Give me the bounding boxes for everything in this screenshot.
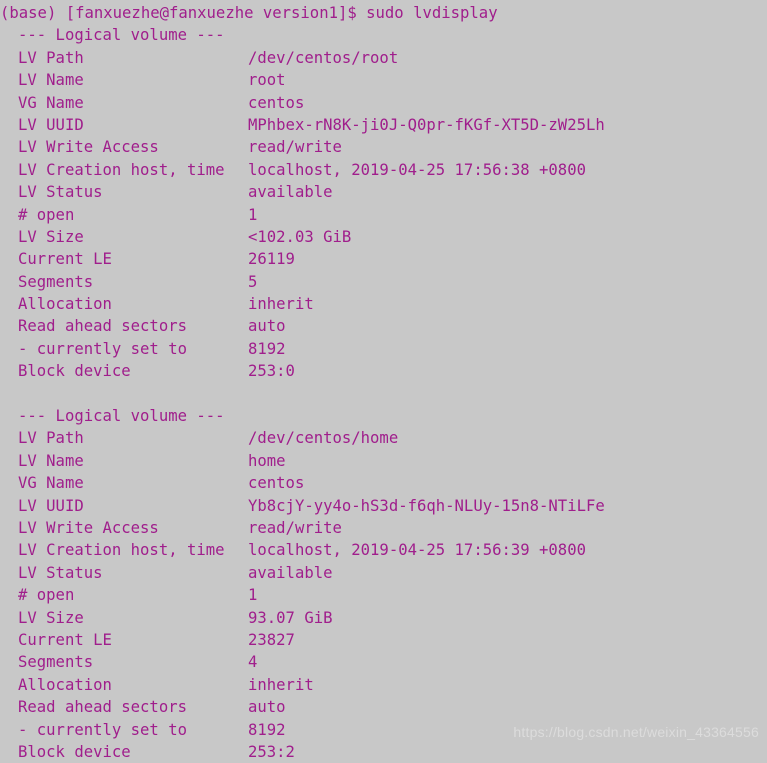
lv-field-key: LV Path	[18, 48, 84, 67]
lv-field-value: read/write	[248, 518, 342, 537]
lv-field-row: Allocation inherit	[0, 293, 767, 315]
lv-field-row: LV Name home	[0, 450, 767, 472]
lv-field-value: home	[248, 451, 286, 470]
lv-field-key: VG Name	[18, 93, 84, 112]
lv-field-row: VG Name centos	[0, 472, 767, 494]
lv-field-row: # open 1	[0, 204, 767, 226]
lv-field-value: Yb8cjY-yy4o-hS3d-f6qh-NLUy-15n8-NTiLFe	[248, 496, 605, 515]
lv-field-row: Block device 253:0	[0, 360, 767, 382]
lv-field-value: read/write	[248, 138, 342, 157]
lv-field-value: 4	[248, 653, 258, 672]
lv-field-key: # open	[18, 205, 75, 224]
lv-field-row: LV Creation host, time localhost, 2019-04…	[0, 539, 767, 561]
lv-field-row: VG Name centos	[0, 92, 767, 114]
lv-field-key: LV Name	[18, 451, 84, 470]
lv-field-value: 1	[248, 586, 258, 605]
lv-field-key: Allocation	[18, 295, 112, 314]
lv-field-key: VG Name	[18, 474, 84, 493]
lv-field-key: LV UUID	[18, 496, 84, 515]
lv-field-key: LV Write Access	[18, 518, 159, 537]
lv-field-row: LV Status available	[0, 562, 767, 584]
lv-field-row: - currently set to 8192	[0, 338, 767, 360]
lv-field-row: LV Write Access read/write	[0, 136, 767, 158]
lv-field-key: Read ahead sectors	[18, 698, 187, 717]
lv-field-key: LV Status	[18, 563, 103, 582]
lv-field-value: MPhbex-rN8K-ji0J-Q0pr-fKGf-XT5D-zW25Lh	[248, 115, 605, 134]
lv-field-value: /dev/centos/home	[248, 429, 399, 448]
lv-field-value: <102.03 GiB	[248, 227, 352, 246]
lv-field-key: Block device	[18, 742, 131, 761]
lv-field-value: localhost, 2019-04-25 17:56:38 +0800	[248, 160, 586, 179]
lv-field-key: LV Name	[18, 71, 84, 90]
lv-field-row: LV UUID MPhbex-rN8K-ji0J-Q0pr-fKGf-XT5D-z…	[0, 114, 767, 136]
lv-field-value: auto	[248, 317, 286, 336]
lv-field-value: 1	[248, 205, 258, 224]
lv-field-row: LV Size 93.07 GiB	[0, 607, 767, 629]
lv-field-row: Current LE 23827	[0, 629, 767, 651]
lv-field-value: centos	[248, 93, 305, 112]
lv-field-key: LV Creation host, time	[18, 541, 225, 560]
lv-field-key: Current LE	[18, 250, 112, 269]
lv-field-row: LV Status available	[0, 181, 767, 203]
lv-field-value: 23827	[248, 630, 295, 649]
shell-prompt-line: (base) [fanxuezhe@fanxuezhe version1]$ s…	[0, 4, 498, 22]
lv-field-value: 5	[248, 272, 258, 291]
lv-field-key: - currently set to	[18, 720, 187, 739]
lv-field-row: Block device 253:2	[0, 741, 767, 763]
lv-field-value: inherit	[248, 295, 314, 314]
lv-field-value: 93.07 GiB	[248, 608, 333, 627]
lv-field-row: Read ahead sectors auto	[0, 315, 767, 337]
logical-volume-header: --- Logical volume ---	[18, 26, 225, 45]
lv-field-key: Current LE	[18, 630, 112, 649]
logical-volume-header: --- Logical volume ---	[18, 407, 225, 426]
lv-field-value: root	[248, 71, 286, 90]
lv-field-row: LV Creation host, time localhost, 2019-04…	[0, 159, 767, 181]
lv-field-row: LV Path/dev/centos/home	[0, 427, 767, 449]
command-output: --- Logical volume --- LV Path/dev/centos…	[0, 24, 767, 763]
lv-field-row: LV Path/dev/centos/root	[0, 47, 767, 69]
lv-field-row: LV Write Access read/write	[0, 517, 767, 539]
lv-field-value: 8192	[248, 339, 286, 358]
lv-field-value: 8192	[248, 720, 286, 739]
lv-field-key: - currently set to	[18, 339, 187, 358]
lv-field-key: # open	[18, 586, 75, 605]
lv-field-row: Allocation inherit	[0, 674, 767, 696]
lv-field-key: LV Size	[18, 608, 84, 627]
lv-field-value: /dev/centos/root	[248, 48, 399, 67]
lv-field-value: 253:0	[248, 362, 295, 381]
lv-field-key: Segments	[18, 272, 94, 291]
lv-field-value: localhost, 2019-04-25 17:56:39 +0800	[248, 541, 586, 560]
lv-field-key: LV Path	[18, 429, 84, 448]
lv-field-value: available	[248, 563, 333, 582]
lv-field-key: LV Creation host, time	[18, 160, 225, 179]
lv-field-value: 26119	[248, 250, 295, 269]
lv-field-value: 253:2	[248, 742, 295, 761]
lv-field-row: Read ahead sectors auto	[0, 696, 767, 718]
lv-field-row: Current LE 26119	[0, 248, 767, 270]
lv-field-value: available	[248, 183, 333, 202]
lv-field-key: Block device	[18, 362, 131, 381]
lv-field-key: LV Status	[18, 183, 103, 202]
lv-field-value: inherit	[248, 675, 314, 694]
lv-field-value: centos	[248, 474, 305, 493]
lv-field-row: Segments 5	[0, 271, 767, 293]
terminal-window[interactable]: (base) [fanxuezhe@fanxuezhe version1]$ s…	[0, 0, 767, 761]
lv-field-key: Allocation	[18, 675, 112, 694]
lv-field-row: LV Name root	[0, 69, 767, 91]
lv-field-row: - currently set to 8192	[0, 719, 767, 741]
lv-field-row: LV Size <102.03 GiB	[0, 226, 767, 248]
lv-field-key: Read ahead sectors	[18, 317, 187, 336]
lv-field-key: Segments	[18, 653, 94, 672]
lv-field-row: LV UUID Yb8cjY-yy4o-hS3d-f6qh-NLUy-15n8-N…	[0, 495, 767, 517]
lv-field-value: auto	[248, 698, 286, 717]
lv-field-row: # open 1	[0, 584, 767, 606]
lv-field-key: LV Size	[18, 227, 84, 246]
lv-field-row: Segments 4	[0, 651, 767, 673]
lv-field-key: LV Write Access	[18, 138, 159, 157]
lv-field-key: LV UUID	[18, 115, 84, 134]
